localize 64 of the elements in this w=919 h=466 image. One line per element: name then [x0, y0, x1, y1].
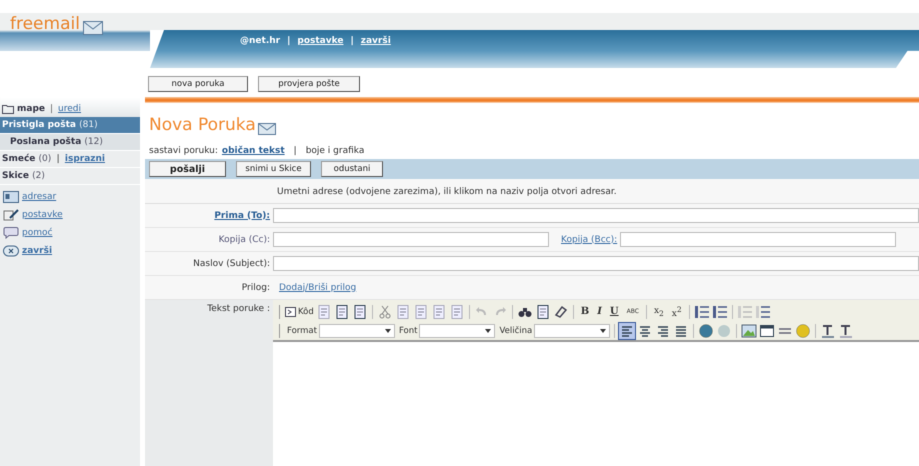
subject-field[interactable] [273, 256, 919, 271]
message-body-field[interactable] [273, 342, 919, 466]
format-button[interactable]: x$_{2}$ [650, 306, 667, 318]
mode-label: sastavi poruku: [149, 146, 218, 156]
select-label: Font [398, 326, 418, 336]
format-button[interactable]: B [578, 306, 592, 317]
source-button[interactable]: Kôd [285, 306, 314, 316]
to-link[interactable]: Prima (To): [214, 210, 270, 220]
sidebar-link[interactable]: završi [22, 246, 52, 256]
folder-item[interactable]: Pristigla pošta (81) [0, 117, 140, 134]
attachment-link[interactable]: Dodaj/Briši prilog [279, 282, 356, 292]
cc-label: Kopija (Cc): [218, 234, 270, 244]
format-button[interactable]: x$^{2}$ [668, 304, 685, 318]
address-card-icon [3, 191, 19, 203]
sidebar-link[interactable]: adresar [22, 192, 56, 202]
pencil-icon [3, 209, 19, 221]
folder-icon [2, 104, 14, 114]
toolbar-button[interactable]: nova poruka [148, 76, 248, 92]
attachment-label: Prilog: [242, 282, 270, 292]
action-button[interactable]: snimi u Skice [236, 161, 311, 177]
header-link[interactable]: postavke [297, 36, 344, 46]
logo-text: freemail [10, 15, 80, 33]
format-button[interactable]: U [606, 306, 622, 317]
hint-text: Umetni adrese (odvojene zarezima), ili klikom na naziv polja otvori adresar. [145, 179, 919, 204]
body-label: Tekst poruke : [207, 304, 270, 314]
select-label: Veličina [499, 326, 532, 336]
scissors-icon[interactable] [376, 304, 393, 320]
subject-label: Naslov (Subject): [193, 258, 270, 268]
empty-trash-link[interactable]: isprazni [64, 154, 106, 164]
align-left-icon[interactable] [619, 322, 636, 338]
to-field[interactable] [273, 208, 919, 223]
dropdown-arrow-icon [485, 328, 492, 332]
format-button[interactable]: I [594, 306, 605, 317]
cc-field[interactable] [273, 232, 549, 247]
edit-link[interactable]: uredi [58, 104, 82, 114]
separator: | [350, 36, 354, 46]
folders-heading: mape [17, 104, 45, 114]
separator: | [287, 36, 290, 46]
page-title: Nova Poruka [149, 115, 256, 135]
mode-link[interactable]: običan tekst [222, 146, 285, 156]
action-button[interactable]: pošalji [149, 161, 226, 177]
image-icon[interactable] [741, 322, 758, 338]
sidebar-link[interactable]: postavke [22, 210, 63, 220]
dropdown-arrow-icon [384, 328, 391, 332]
account-name: @net.hr [240, 36, 280, 46]
folder-item[interactable]: Smeće (0) | isprazni [0, 151, 140, 168]
folder-item[interactable]: Skice (2) [0, 168, 140, 185]
select-label: Format [287, 326, 317, 336]
separator: | [294, 146, 297, 156]
envelope-icon [258, 123, 276, 135]
envelope-icon [82, 21, 103, 35]
dropdown[interactable] [419, 324, 496, 338]
toolbar-button[interactable]: provjera pošte [258, 76, 360, 92]
speech-bubble-icon [3, 227, 19, 239]
separator: | [50, 104, 54, 114]
dropdown-arrow-icon [600, 328, 606, 332]
sidebar-link[interactable]: pomoć [22, 228, 52, 238]
bcc-link[interactable]: Kopija (Bcc): [561, 234, 618, 244]
table-icon[interactable] [759, 322, 776, 338]
folder-item[interactable]: Poslana pošta (12) [0, 134, 140, 151]
action-button[interactable]: odustani [321, 161, 383, 177]
header-link[interactable]: završi [360, 36, 391, 46]
mode-link[interactable]: boje i grafika [306, 146, 364, 156]
bcc-field[interactable] [620, 232, 896, 247]
